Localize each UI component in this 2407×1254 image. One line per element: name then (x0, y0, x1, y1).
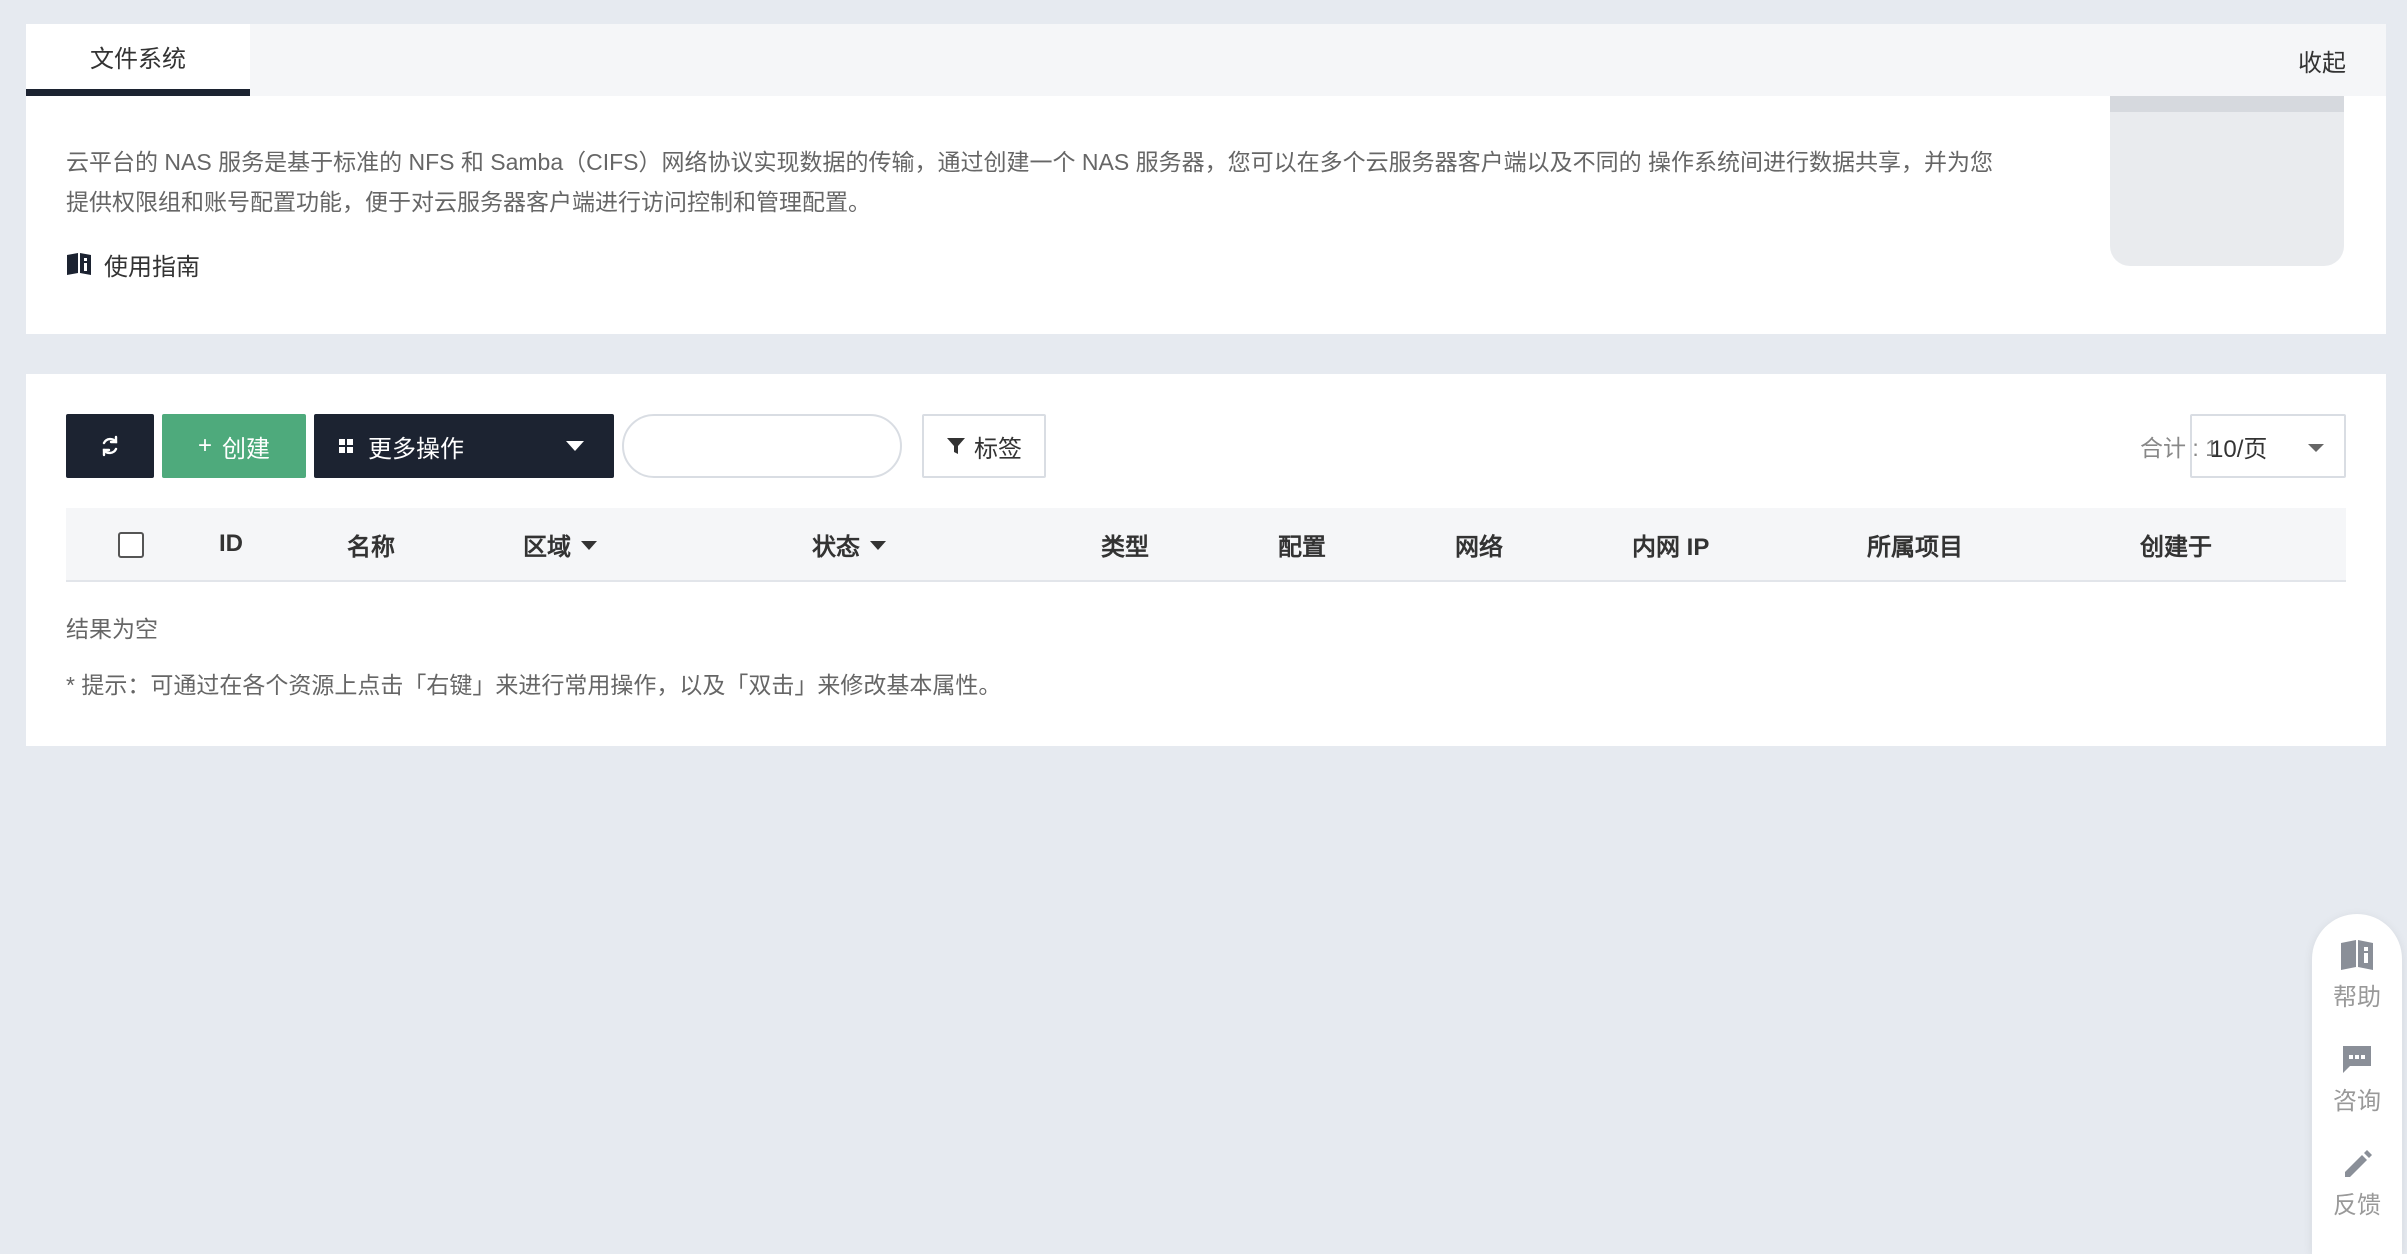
refresh-button[interactable] (66, 414, 154, 478)
product-illustration (2110, 96, 2344, 266)
info-card: 文件系统 收起 云平台的 NAS 服务是基于标准的 NFS 和 Samba（CI… (26, 24, 2386, 334)
tab-file-system[interactable]: 文件系统 (26, 24, 250, 96)
column-header-type[interactable]: 类型 (1101, 508, 1149, 580)
column-header-network[interactable]: 网络 (1455, 508, 1503, 580)
filter-icon (947, 438, 965, 454)
column-header-created-at[interactable]: 创建于 (2140, 508, 2212, 580)
chevron-down-icon (566, 441, 584, 451)
user-guide-link[interactable]: 使用指南 (66, 246, 200, 282)
table-header: ID 名称 区域 状态 类型 配置 网络 内网 IP 所属项目 创建于 (66, 508, 2346, 582)
create-label: 创建 (222, 435, 270, 463)
filter-caret-icon[interactable] (870, 540, 886, 550)
tag-filter-label: 标签 (974, 435, 1022, 463)
column-header-name[interactable]: 名称 (347, 508, 395, 580)
more-actions-dropdown[interactable]: 更多操作 (314, 414, 614, 478)
empty-result-text: 结果为空 (66, 616, 158, 642)
consult-label: 咨询 (2333, 1087, 2381, 1115)
column-header-private-ip[interactable]: 内网 IP (1632, 508, 1709, 580)
create-button[interactable]: + 创建 (162, 414, 306, 478)
pencil-icon (2345, 1149, 2372, 1177)
column-header-project[interactable]: 所属项目 (1867, 508, 1963, 580)
refresh-icon (102, 435, 118, 457)
usage-hint-text: * 提示：可通过在各个资源上点击「右键」来进行常用操作，以及「双击」来修改基本属… (66, 672, 1002, 698)
search-input[interactable] (622, 414, 902, 478)
column-header-region[interactable]: 区域 (523, 508, 597, 580)
help-button[interactable]: 帮助 (2312, 930, 2402, 1020)
column-header-config[interactable]: 配置 (1278, 508, 1326, 580)
filter-caret-icon[interactable] (581, 540, 597, 550)
book-icon (67, 253, 91, 275)
user-guide-label: 使用指南 (104, 253, 200, 281)
chat-icon (2343, 1045, 2371, 1073)
collapse-link[interactable]: 收起 (2298, 24, 2346, 96)
select-all-checkbox[interactable] (118, 532, 144, 558)
book-icon (2341, 939, 2373, 970)
resource-list-card: + 创建 更多操作 标签 合计 : 1 10/页 ID 名称 区域 状态 类型 … (26, 374, 2386, 746)
help-label: 帮助 (2333, 983, 2381, 1011)
chevron-down-icon (2308, 444, 2324, 452)
page-size-value: 10/页 (2210, 435, 2268, 463)
column-header-id[interactable]: ID (219, 508, 243, 580)
grid-icon (339, 439, 353, 453)
column-header-status[interactable]: 状态 (812, 508, 886, 580)
plus-icon: + (197, 432, 212, 459)
floating-help-panel: 帮助 咨询 反馈 (2312, 914, 2402, 1254)
page-size-select[interactable]: 10/页 (2190, 414, 2346, 478)
consult-button[interactable]: 咨询 (2312, 1034, 2402, 1124)
service-description: 云平台的 NAS 服务是基于标准的 NFS 和 Samba（CIFS）网络协议实… (66, 149, 1993, 215)
more-actions-label: 更多操作 (368, 435, 464, 463)
tab-bar: 文件系统 收起 (26, 24, 2386, 96)
feedback-label: 反馈 (2333, 1191, 2381, 1219)
feedback-button[interactable]: 反馈 (2312, 1138, 2402, 1228)
tag-filter-button[interactable]: 标签 (922, 414, 1046, 478)
